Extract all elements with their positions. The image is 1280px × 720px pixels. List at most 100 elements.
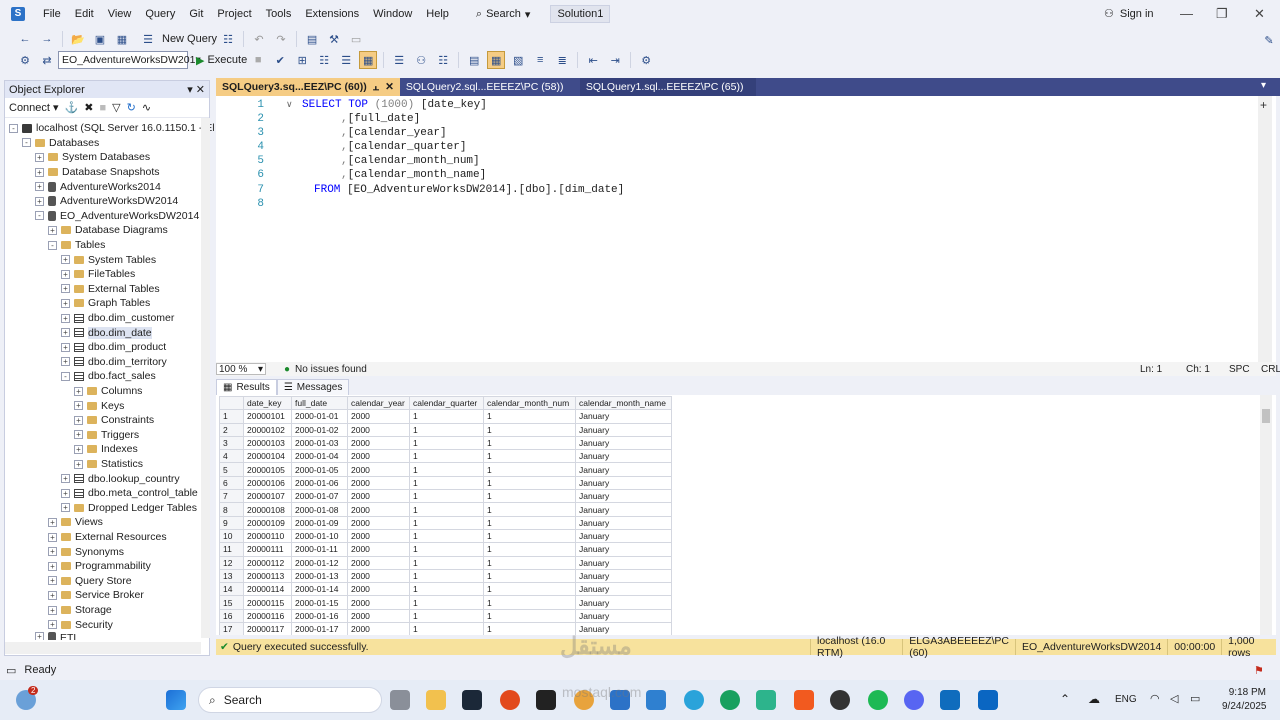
execute-button[interactable]: ▶ Execute [196,54,247,67]
tree-node-database-diagrams[interactable]: + Database Diagrams [48,223,168,238]
table-cell[interactable]: 1 [409,595,484,610]
expand-icon[interactable]: + [35,167,44,177]
table-row[interactable]: 6 20000106 2000-01-06 2000 1 1 January [219,475,672,491]
expand-icon[interactable]: + [48,547,57,557]
tree-node-system-tables[interactable]: + System Tables [61,252,156,267]
table-cell[interactable]: 1 [409,528,484,544]
language-indicator[interactable]: ENG [1115,694,1137,705]
table-cell[interactable]: 1 [483,582,576,597]
pin-icon[interactable]: ⫠ [373,81,379,94]
table-cell[interactable]: 20000115 [243,595,292,610]
row-number[interactable]: 15 [219,595,244,610]
open-file-icon[interactable]: 📂 [69,30,87,48]
tree-node-dim-product[interactable]: + dbo.dim_product [61,340,166,355]
tree-node-graph-tables[interactable]: + Graph Tables [61,296,150,311]
table-cell[interactable]: 1 [483,502,576,517]
table-cell[interactable]: 1 [483,475,576,491]
object-explorer-vertical-scrollbar[interactable] [201,118,210,638]
wifi-icon[interactable]: ◠ [1150,692,1160,705]
row-number[interactable]: 3 [219,435,244,451]
table-row[interactable]: 1 20000101 2000-01-01 2000 1 1 January [219,409,672,424]
clock[interactable]: 9:18 PM 9/24/2025 [1222,686,1267,714]
tree-node-service-broker[interactable]: + Service Broker [48,588,144,603]
disconnect-icon[interactable]: ✖ [84,101,93,114]
table-cell[interactable]: 20000104 [243,449,292,464]
brave-icon[interactable] [794,690,814,710]
menu-window[interactable]: Window [366,0,419,28]
tab-sqlquery2[interactable]: SQLQuery2.sql...EEEEZ\PC (58)) [400,78,580,96]
table-row[interactable]: 4 20000104 2000-01-04 2000 1 1 January [219,449,672,464]
menu-query[interactable]: Query [138,0,182,28]
chevron-up-icon[interactable]: ⌃ [1060,692,1070,706]
menu-tools[interactable]: Tools [259,0,299,28]
layout-icon[interactable]: ▭ [347,30,365,48]
steam-icon[interactable] [462,690,482,710]
undo-icon[interactable]: ↶ [250,30,268,48]
menu-file[interactable]: File [36,0,68,28]
results-text-icon[interactable]: ▤ [465,51,483,69]
menu-git[interactable]: Git [182,0,210,28]
new-query-button[interactable]: ☰ New Query [137,30,217,48]
battery-icon[interactable]: ▭ [1190,692,1200,705]
table-cell[interactable]: 2000-01-16 [291,608,348,624]
discord-icon[interactable] [904,690,924,710]
table-cell[interactable]: 20000102 [243,422,292,437]
table-cell[interactable]: 2000-01-17 [291,622,348,635]
table-cell[interactable]: January [575,502,672,517]
indent-icon[interactable]: ⇥ [606,51,624,69]
table-cell[interactable]: 1 [409,515,484,530]
expand-icon[interactable]: + [61,284,70,294]
tree-node-meta-control-table[interactable]: + dbo.meta_control_table [61,486,198,501]
expand-icon[interactable]: + [74,415,83,425]
onedrive-icon[interactable]: ☁ [1088,692,1100,706]
database-select[interactable]: EO_AdventureWorksDW201 ▾ [58,51,201,69]
table-cell[interactable]: January [575,595,672,610]
row-number[interactable]: 2 [219,422,244,437]
file-explorer-icon[interactable] [426,690,446,710]
table-cell[interactable]: 2000 [347,435,410,451]
tree-node-db-adventureworks2014[interactable]: + AdventureWorks2014 [35,179,161,194]
row-number[interactable]: 11 [219,542,244,557]
table-cell[interactable]: January [575,608,672,624]
tree-node-external-tables[interactable]: + External Tables [61,282,160,297]
column-header[interactable]: calendar_month_name [575,395,672,411]
table-row[interactable]: 10 20000110 2000-01-10 2000 1 1 January [219,528,672,544]
row-number[interactable]: 5 [219,462,244,477]
refresh-icon[interactable]: ↻ [127,101,136,114]
table-cell[interactable]: 1 [409,435,484,451]
expand-icon[interactable]: + [35,196,44,206]
results-grid[interactable]: date_key full_date calendar_year calenda… [216,395,1276,635]
expand-icon[interactable]: + [61,488,70,498]
filter-icon[interactable]: ▽ [112,101,120,114]
row-number[interactable]: 16 [219,608,244,624]
table-cell[interactable]: 1 [409,475,484,491]
stop-icon[interactable]: ■ [99,102,106,114]
menu-edit[interactable]: Edit [68,0,101,28]
table-cell[interactable]: 2000-01-08 [291,502,348,517]
table-cell[interactable]: 2000-01-05 [291,462,348,477]
table-cell[interactable]: 1 [409,462,484,477]
column-header[interactable]: date_key [243,395,292,411]
expand-icon[interactable]: + [48,605,57,615]
feedback-icon[interactable]: ✎ [1260,31,1278,49]
table-cell[interactable]: 20000109 [243,515,292,530]
collapse-icon[interactable]: - [61,371,70,381]
live-stats-icon[interactable]: ⚇ [412,51,430,69]
table-cell[interactable]: January [575,489,672,504]
table-cell[interactable]: 1 [409,582,484,597]
vscode-icon[interactable] [646,690,666,710]
row-number[interactable]: 10 [219,528,244,544]
table-cell[interactable]: January [575,555,672,570]
table-cell[interactable]: 2000-01-13 [291,568,348,584]
expand-icon[interactable]: + [35,632,44,640]
table-cell[interactable]: 1 [483,608,576,624]
results-grid-icon[interactable]: ▦ [487,51,506,69]
table-cell[interactable]: 2000-01-03 [291,435,348,451]
collapse-icon[interactable]: - [35,211,44,221]
tree-node-etl[interactable]: + ETL [35,632,79,640]
table-cell[interactable]: 2000-01-01 [291,409,348,424]
chatgpt-icon[interactable] [830,690,850,710]
signin-button[interactable]: ⚇ Sign in [1104,7,1154,21]
table-cell[interactable]: January [575,568,672,584]
expand-icon[interactable]: + [35,182,44,192]
